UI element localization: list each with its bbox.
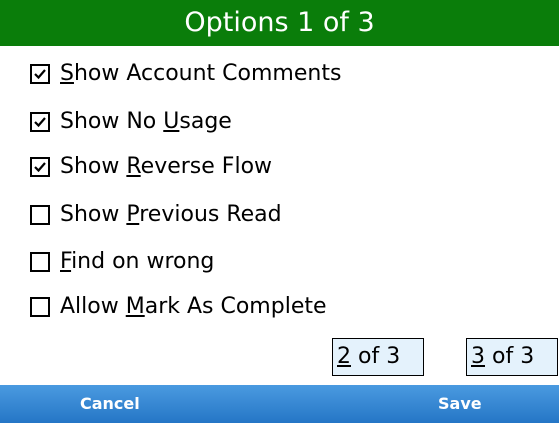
page-2-button[interactable]: 2 of 3 — [332, 338, 424, 376]
checkbox[interactable] — [30, 64, 50, 84]
page-3-button[interactable]: 3 of 3 — [466, 338, 558, 376]
option-show-reverse-flow[interactable]: Show Reverse Flow — [30, 150, 272, 184]
checkbox[interactable] — [30, 157, 50, 177]
option-show-no-usage[interactable]: Show No Usage — [30, 105, 232, 139]
option-label: Find on wrong — [60, 249, 215, 274]
cancel-button[interactable]: Cancel — [80, 385, 140, 423]
option-show-account-comments[interactable]: Show Account Comments — [30, 57, 341, 91]
softkey-bar: Cancel Save — [0, 385, 559, 423]
option-label: Show Account Comments — [60, 61, 342, 86]
option-label: Allow Mark As Complete — [60, 294, 327, 319]
checkmark-icon — [34, 162, 46, 173]
checkbox[interactable] — [30, 297, 50, 317]
checkmark-icon — [34, 117, 46, 128]
checkmark-icon — [34, 69, 46, 80]
option-label: Show No Usage — [60, 109, 232, 134]
option-allow-mark-as-complete[interactable]: Allow Mark As Complete — [30, 290, 327, 324]
option-show-previous-read[interactable]: Show Previous Read — [30, 198, 282, 232]
checkbox[interactable] — [30, 252, 50, 272]
checkbox[interactable] — [30, 205, 50, 225]
page-title: Options 1 of 3 — [0, 0, 559, 46]
option-label: Show Previous Read — [60, 202, 282, 227]
option-find-on-wrong[interactable]: Find on wrong — [30, 245, 214, 279]
option-label: Show Reverse Flow — [60, 154, 273, 179]
checkbox[interactable] — [30, 112, 50, 132]
save-button[interactable]: Save — [438, 385, 482, 423]
